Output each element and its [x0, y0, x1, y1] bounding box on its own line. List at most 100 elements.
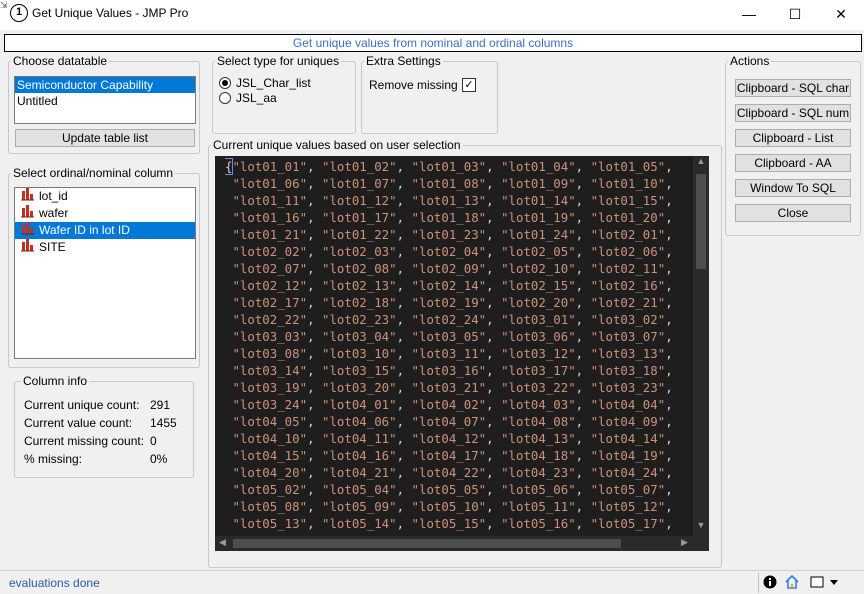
string-literal: "lot04_17"	[411, 448, 487, 463]
string-literal: "lot04_11"	[322, 431, 397, 446]
string-literal: "lot01_04"	[501, 159, 576, 174]
code-line: "lot01_21", "lot01_22", "lot01_23", "lot…	[232, 227, 681, 242]
radio-button-icon[interactable]	[219, 77, 231, 89]
datatable-item[interactable]: Semiconductor Capability	[15, 77, 195, 93]
code-line: "lot04_20", "lot04_21", "lot04_22", "lot…	[232, 465, 681, 480]
code-line: "lot02_12", "lot02_13", "lot02_14", "lot…	[232, 278, 681, 293]
string-literal: "lot03_03"	[232, 329, 308, 344]
window-to-sql-button[interactable]: Window To SQL	[735, 179, 851, 197]
header-banner: Get unique values from nominal and ordin…	[4, 34, 862, 52]
string-literal: "lot03_13"	[590, 346, 666, 361]
unique-count-value: 291	[150, 398, 171, 412]
remove-missing-label: Remove missing	[369, 78, 458, 92]
column-list-label: wafer	[39, 206, 69, 220]
string-literal: "lot04_23"	[501, 465, 576, 480]
home-icon[interactable]	[784, 574, 800, 591]
string-literal: "lot03_02"	[590, 312, 666, 327]
vertical-scroll-thumb[interactable]	[696, 174, 706, 269]
column-listbox[interactable]: lot_idwafer Wafer ID in lot ID SITE	[14, 187, 196, 359]
unique-values-editor[interactable]: {"lot01_01", "lot01_02", "lot01_03", "lo…	[215, 156, 709, 551]
radio-button-icon[interactable]	[219, 92, 231, 104]
unique-values-legend: Current unique values based on user sele…	[213, 138, 461, 152]
string-literal: "lot01_24"	[501, 227, 576, 242]
datatable-listbox[interactable]: Semiconductor Capability Untitled	[14, 76, 196, 124]
code-line: "lot02_22", "lot02_23", "lot02_24", "lot…	[232, 312, 681, 327]
string-literal: "lot04_04"	[590, 397, 666, 412]
close-window-button[interactable]: ✕	[818, 0, 864, 28]
string-literal: "lot03_10"	[322, 346, 397, 361]
string-literal: "lot05_15"	[411, 516, 487, 531]
datatable-item[interactable]: Untitled	[15, 93, 195, 109]
column-list-label: Wafer ID in lot ID	[39, 223, 130, 237]
string-literal: "lot02_03"	[322, 244, 397, 259]
code-line: "lot04_05", "lot04_06", "lot04_07", "lot…	[232, 414, 681, 429]
horizontal-scrollbar[interactable]: ◀ ▶	[215, 536, 709, 551]
string-literal: "lot02_22"	[232, 312, 308, 327]
clipboard-sql-char-button[interactable]: Clipboard - SQL char	[735, 79, 851, 97]
radio-jsl-aa[interactable]: JSL_aa	[219, 91, 277, 105]
select-column-legend: Select ordinal/nominal column	[13, 166, 174, 180]
string-literal: "lot03_04"	[322, 329, 397, 344]
string-literal: "lot02_01"	[590, 227, 666, 242]
code-line: "lot05_02", "lot05_04", "lot05_05", "lot…	[232, 482, 681, 497]
string-literal: "lot02_13"	[322, 278, 397, 293]
string-literal: "lot02_17"	[232, 295, 308, 310]
string-literal: "lot03_17"	[501, 363, 576, 378]
update-table-list-button[interactable]: Update table list	[15, 129, 195, 147]
column-list-label: lot_id	[39, 189, 68, 203]
scroll-right-icon[interactable]: ▶	[681, 537, 688, 548]
string-literal: "lot02_21"	[590, 295, 666, 310]
code-line: "lot05_08", "lot05_09", "lot05_10", "lot…	[232, 499, 681, 514]
scroll-down-icon[interactable]: ▼	[693, 520, 709, 530]
window-icon[interactable]	[809, 575, 825, 591]
code-line: "lot05_13", "lot05_14", "lot05_15", "lot…	[232, 516, 681, 531]
string-literal: "lot05_02"	[232, 482, 308, 497]
string-literal: "lot04_19"	[590, 448, 666, 463]
scroll-left-icon[interactable]: ◀	[219, 537, 226, 548]
unique-values-text[interactable]: {"lot01_01", "lot01_02", "lot01_03", "lo…	[225, 158, 687, 532]
value-count-label: Current value count:	[24, 416, 133, 430]
radio-jsl-char-list[interactable]: JSL_Char_list	[219, 76, 311, 90]
column-list-item[interactable]: lot_id	[15, 188, 195, 205]
string-literal: "lot04_18"	[501, 448, 576, 463]
close-button[interactable]: Close	[735, 204, 851, 222]
actions-legend: Actions	[730, 54, 770, 68]
dropdown-arrow-icon[interactable]	[826, 575, 842, 591]
code-line: "lot03_03", "lot03_04", "lot03_05", "lot…	[232, 329, 681, 344]
status-text: evaluations done	[9, 576, 100, 590]
maximize-button[interactable]: ☐	[772, 0, 818, 28]
status-separator	[758, 573, 759, 593]
choose-datatable-legend: Choose datatable	[13, 54, 108, 68]
column-list-item[interactable]: Wafer ID in lot ID	[15, 222, 195, 239]
string-literal: "lot02_06"	[590, 244, 666, 259]
code-line: "lot03_14", "lot03_15", "lot03_16", "lot…	[232, 363, 681, 378]
column-list-item[interactable]: SITE	[15, 239, 195, 256]
string-literal: "lot03_16"	[411, 363, 487, 378]
scroll-up-icon[interactable]: ▲	[693, 156, 709, 166]
horizontal-scroll-thumb[interactable]	[233, 539, 621, 548]
string-literal: "lot01_03"	[411, 159, 487, 174]
clipboard-aa-button[interactable]: Clipboard - AA	[735, 154, 851, 172]
vertical-scrollbar[interactable]: ▲ ▼	[693, 156, 709, 536]
string-literal: "lot03_21"	[411, 380, 487, 395]
string-literal: "lot02_10"	[501, 261, 576, 276]
string-literal: "lot01_09"	[501, 176, 576, 191]
string-literal: "lot05_10"	[411, 499, 487, 514]
minimize-button[interactable]: —	[726, 0, 772, 28]
string-literal: "lot01_21"	[232, 227, 308, 242]
clipboard-sql-num-button[interactable]: Clipboard - SQL num	[735, 104, 851, 122]
window-title: Get Unique Values - JMP Pro	[32, 6, 189, 20]
string-literal: "lot03_05"	[411, 329, 487, 344]
radio-label: JSL_aa	[236, 91, 277, 105]
percent-missing-label: % missing:	[24, 452, 83, 466]
remove-missing-checkbox[interactable]: ✓	[462, 78, 476, 92]
extra-settings-legend: Extra Settings	[366, 54, 441, 68]
info-icon[interactable]	[762, 575, 778, 591]
clipboard-list-button[interactable]: Clipboard - List	[735, 129, 851, 147]
column-list-item[interactable]: wafer	[15, 205, 195, 222]
code-line: "lot02_07", "lot02_08", "lot02_09", "lot…	[232, 261, 681, 276]
string-literal: "lot03_18"	[590, 363, 666, 378]
string-literal: "lot01_07"	[322, 176, 397, 191]
string-literal: "lot05_13"	[232, 516, 308, 531]
resize-corner-icon: ⇲	[0, 0, 8, 10]
